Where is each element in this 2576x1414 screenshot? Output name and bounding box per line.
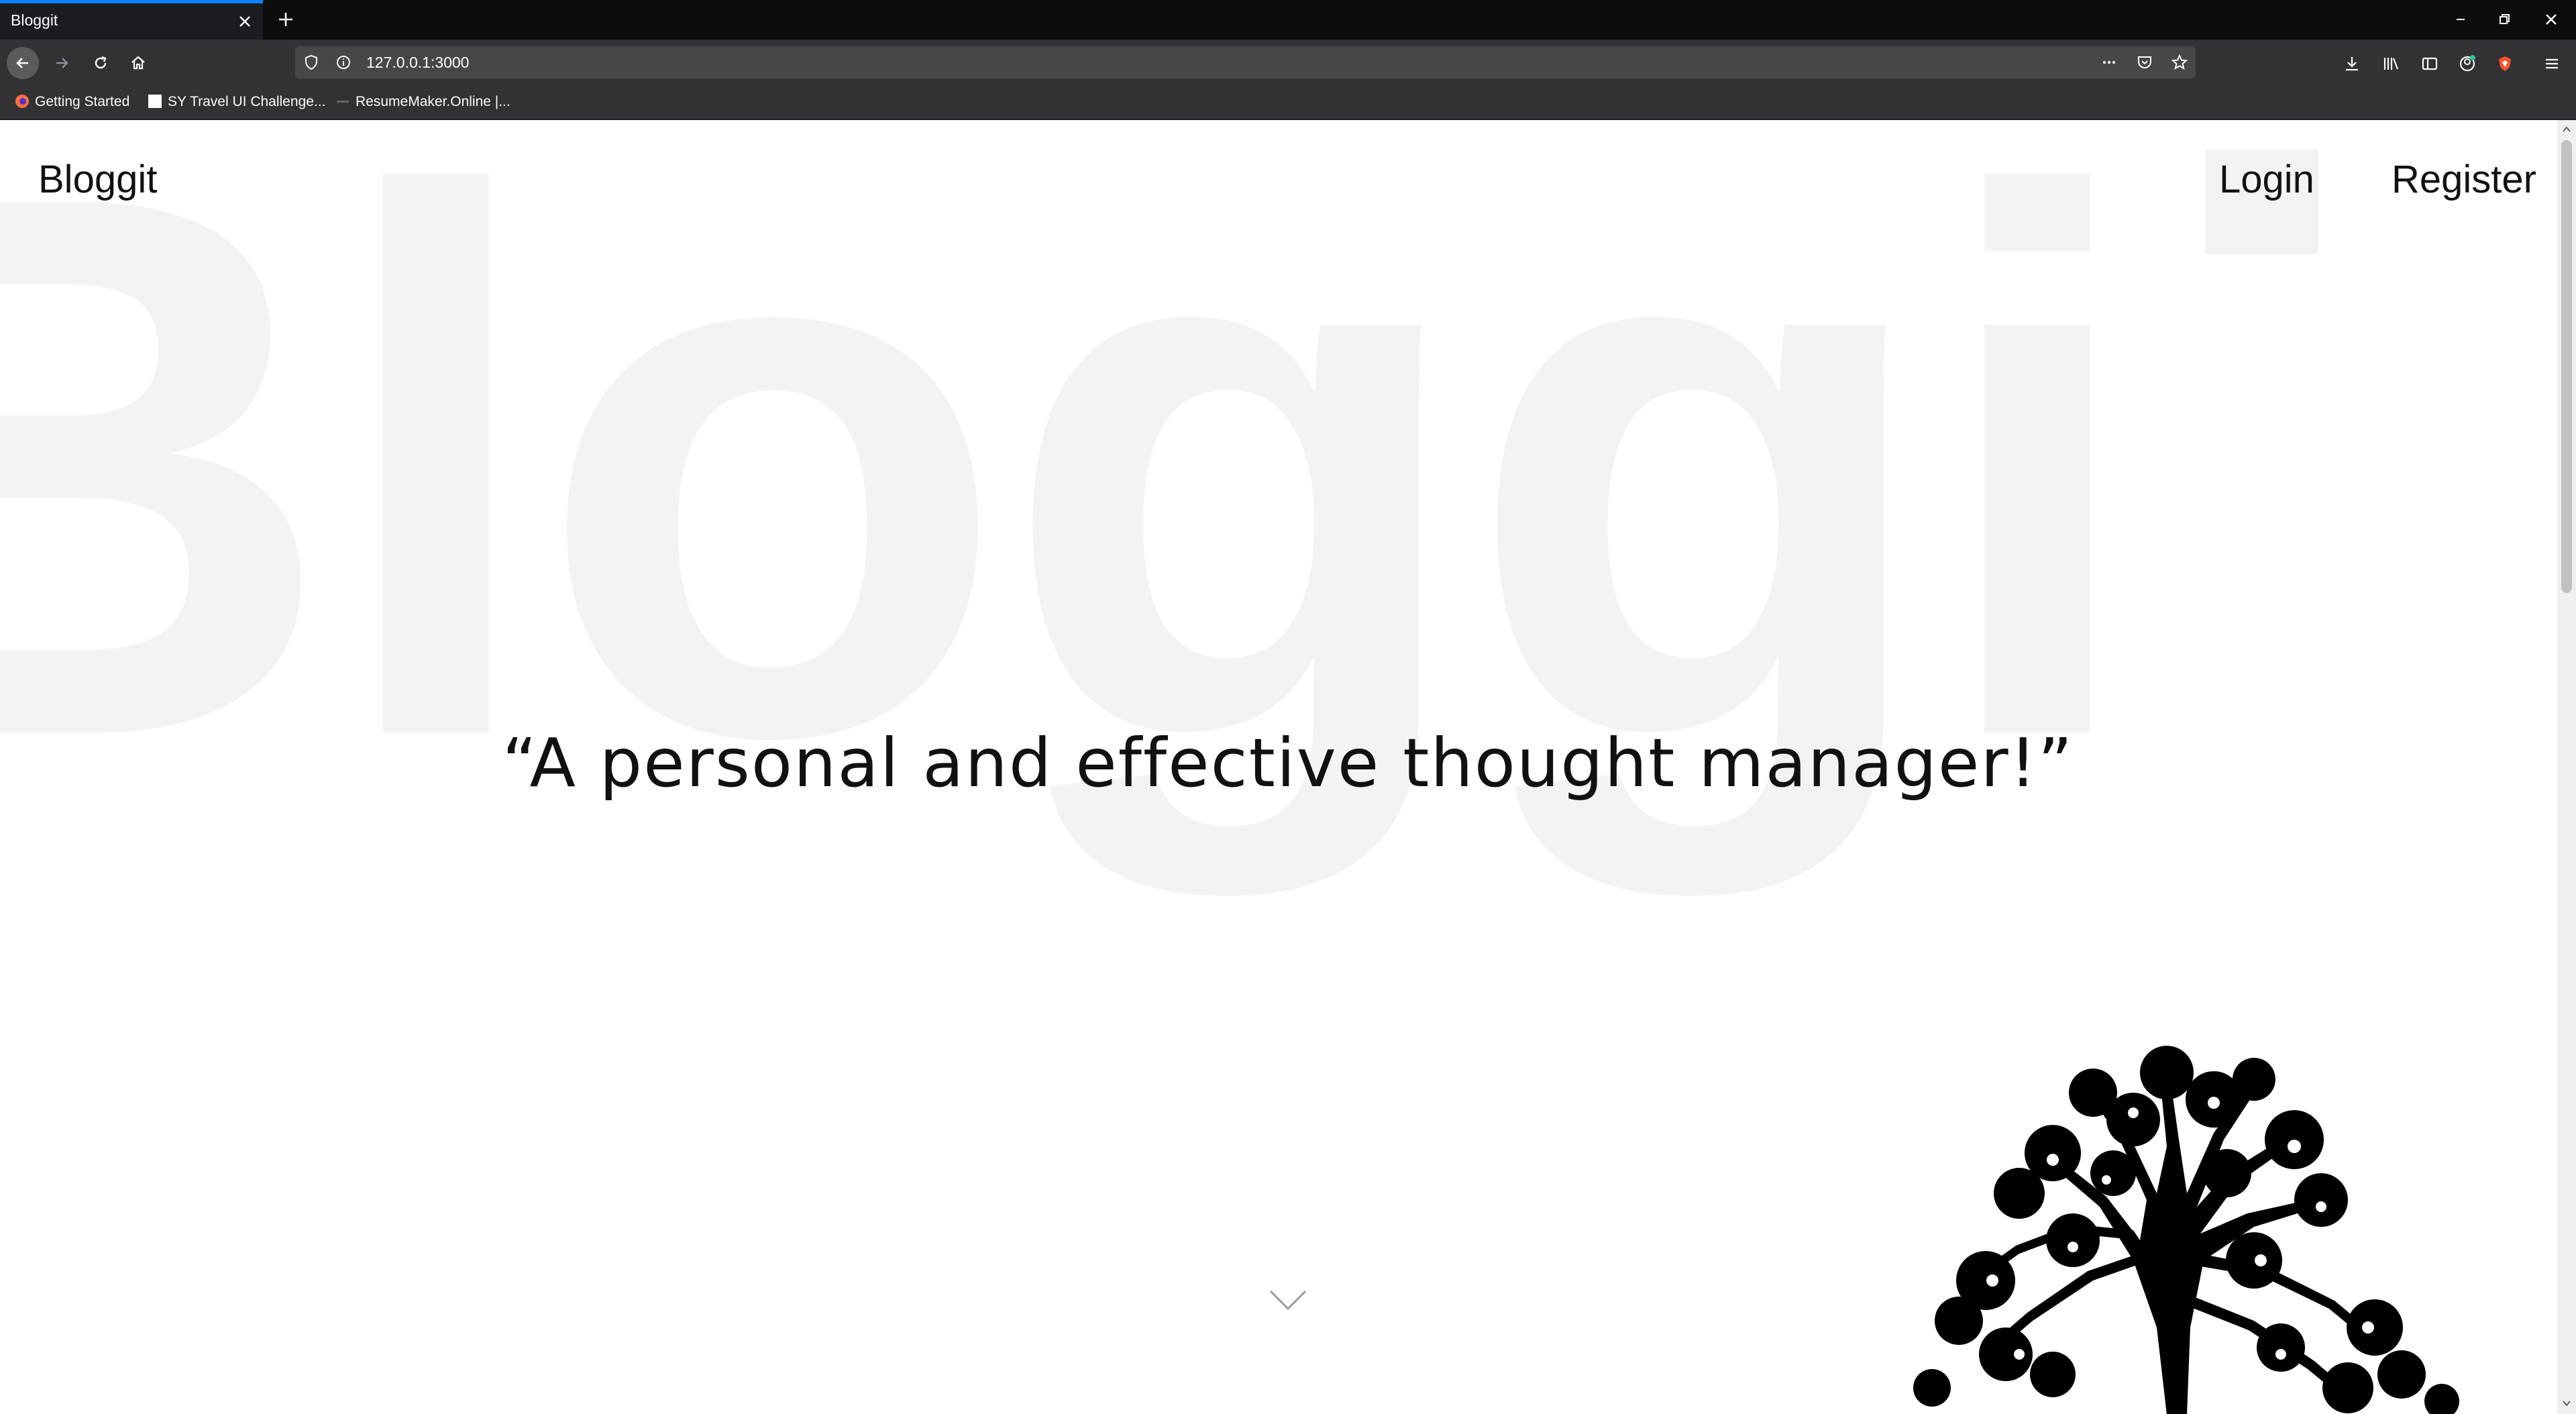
library-icon[interactable] (2381, 54, 2400, 73)
register-link[interactable]: Register (2392, 157, 2536, 202)
reload-icon (95, 56, 107, 69)
home-icon (131, 56, 145, 70)
sidebar-icon[interactable] (2420, 54, 2439, 73)
dash-icon (337, 101, 349, 103)
forward-button[interactable] (46, 47, 78, 79)
scrollbar-thumb[interactable] (2561, 140, 2572, 593)
page-viewport: Bloggi Bloggit Login Register “A persona… (0, 120, 2557, 1414)
bookmark-label: Getting Started (35, 94, 130, 109)
hero-tagline: “A personal and effective thought manage… (502, 724, 2074, 802)
account-icon[interactable] (2458, 54, 2477, 73)
bookmark-label: ResumeMaker.Online |... (356, 94, 511, 109)
downloads-icon[interactable] (2343, 54, 2361, 73)
forward-arrow-icon (56, 58, 68, 68)
navigation-toolbar: 127.0.0.1:3000 (0, 40, 2576, 86)
bookmark-sy-travel[interactable]: SY Travel UI Challenge... (148, 94, 325, 110)
page-actions-icon[interactable] (2101, 54, 2117, 70)
bookmarks-toolbar: Getting Started SY Travel UI Challenge..… (0, 86, 2576, 120)
address-bar[interactable]: 127.0.0.1:3000 (295, 46, 2196, 78)
minimize-icon[interactable] (2451, 9, 2471, 30)
scroll-up-arrow-icon[interactable] (2561, 124, 2572, 135)
tracking-shield-icon[interactable] (303, 54, 319, 70)
tree-silhouette-icon (1913, 1046, 2459, 1414)
close-window-icon[interactable] (2541, 9, 2561, 30)
title-bar: Bloggit (0, 0, 2576, 40)
scroll-down-chevron-icon[interactable] (1268, 1287, 1308, 1314)
bookmark-star-icon[interactable] (2171, 54, 2188, 70)
bookmark-resumemaker[interactable]: ResumeMaker.Online |... (335, 94, 511, 110)
brand-logo-text[interactable]: Bloggit (38, 157, 157, 202)
bookmark-label: SY Travel UI Challenge... (168, 94, 326, 109)
home-button[interactable] (122, 47, 154, 79)
app-menu-icon[interactable] (2542, 54, 2561, 73)
reload-button[interactable] (85, 47, 117, 79)
restore-icon[interactable] (2494, 9, 2514, 30)
firefox-icon (15, 95, 29, 108)
bookmark-getting-started[interactable]: Getting Started (15, 94, 129, 110)
brave-extension-icon[interactable] (2496, 54, 2514, 73)
scroll-down-arrow-icon[interactable] (2561, 1398, 2572, 1409)
tab-title: Bloggit (11, 11, 58, 29)
back-arrow-icon (16, 58, 28, 68)
pocket-icon[interactable] (2137, 54, 2153, 70)
url-text: 127.0.0.1:3000 (366, 54, 470, 71)
back-button[interactable] (7, 47, 39, 79)
page-scrollbar[interactable] (2557, 120, 2576, 1414)
login-link[interactable]: Login (2219, 157, 2314, 202)
page-icon (148, 95, 162, 108)
new-tab-icon[interactable] (275, 9, 297, 30)
tab-bloggit[interactable]: Bloggit (0, 0, 263, 40)
close-tab-icon[interactable] (235, 11, 255, 32)
site-info-icon[interactable] (335, 54, 352, 70)
